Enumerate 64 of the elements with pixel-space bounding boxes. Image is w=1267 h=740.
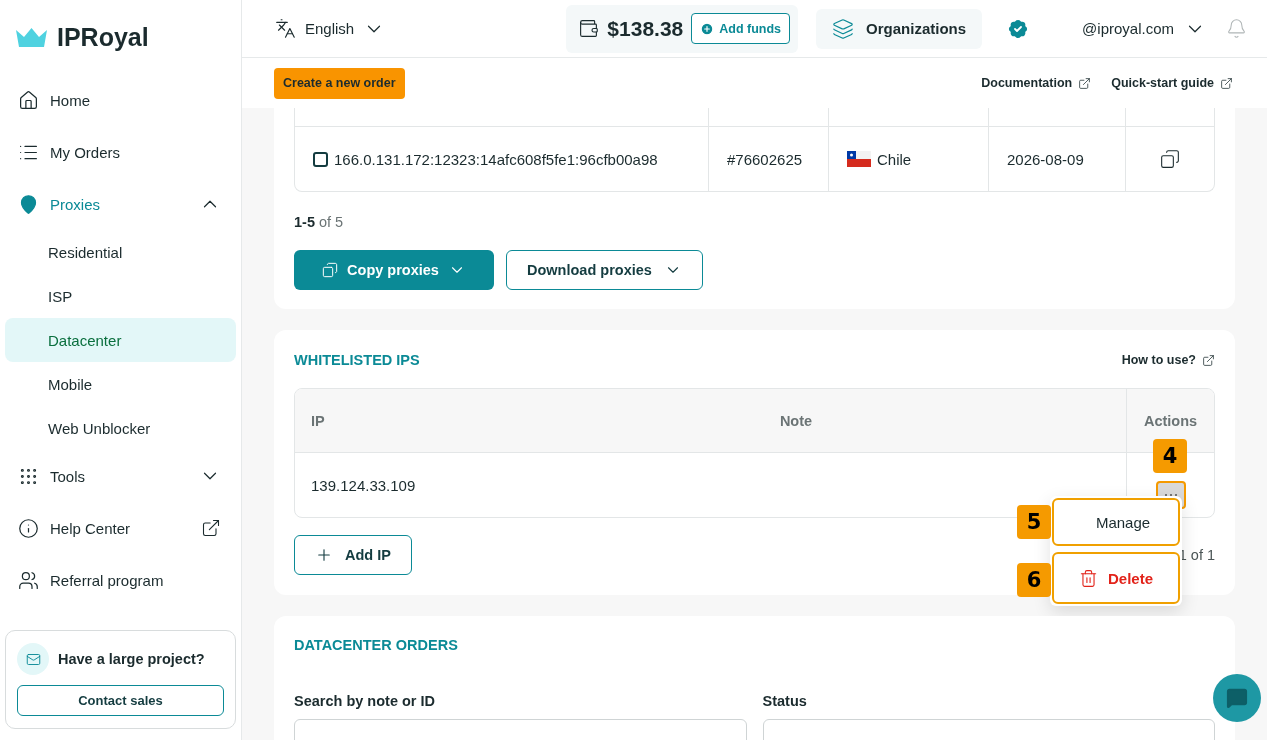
wallet-icon <box>578 18 600 39</box>
ip-address: 139.124.33.109 <box>310 475 417 496</box>
pagination-range: 1-5 of 5 <box>294 214 345 230</box>
external-link-icon <box>1202 353 1215 367</box>
download-proxies-button[interactable]: Download proxies <box>506 250 703 290</box>
nav-item[interactable]: Datacenter <box>5 318 236 362</box>
house-icon <box>18 89 39 111</box>
copy-icon <box>322 262 339 278</box>
create-order-button[interactable]: Create a new order <box>274 67 405 99</box>
nav-item[interactable]: Web Unblocker <box>5 406 236 450</box>
mail-icon <box>17 643 49 675</box>
section-title: WHITELISTED IPS <box>294 352 420 368</box>
expiry-date: 2026-08-09 <box>1007 150 1084 168</box>
balance-amount: $138.38 <box>607 16 684 41</box>
external-link-icon <box>1078 76 1092 90</box>
plus-circle-icon <box>700 21 715 36</box>
nav-item[interactable]: Help Center <box>5 502 236 554</box>
step-number-badge: 5 <box>1017 505 1051 539</box>
column-header: Note <box>778 411 814 431</box>
external-link-icon <box>1220 76 1233 90</box>
chile-flag-icon <box>847 151 871 167</box>
promo-title: Have a large project? <box>58 651 205 667</box>
nav-item[interactable]: ISP <box>5 274 236 318</box>
chat-bubble-icon <box>1226 687 1248 709</box>
info-icon <box>18 517 39 539</box>
trash-icon <box>1079 568 1098 588</box>
field-label: Search by note or ID <box>294 693 435 709</box>
copy-icon[interactable] <box>1160 149 1180 169</box>
account-menu[interactable]: @iproyal.com <box>1082 17 1206 40</box>
brand-name: IPRoyal <box>57 22 149 52</box>
nav-item[interactable]: Proxies <box>5 178 236 230</box>
proxy-address: 166.0.131.172:12323:14afc608f5fe1:96cfb00a98 <box>334 150 658 168</box>
contact-sales-button[interactable]: Contact sales <box>17 685 224 716</box>
add-funds-button[interactable]: Add funds <box>691 13 791 44</box>
manage-menu-item[interactable]: Manage <box>1052 498 1180 546</box>
nav-item[interactable]: My Orders <box>5 126 236 178</box>
bell-icon[interactable] <box>1226 18 1247 39</box>
nav-item[interactable]: Referral program <box>5 554 236 606</box>
copy-proxies-button[interactable]: Copy proxies <box>294 250 494 290</box>
translate-icon <box>275 18 296 39</box>
order-id: #76602625 <box>727 150 803 168</box>
country-name: Chile <box>877 150 912 168</box>
delete-menu-item[interactable]: Delete <box>1052 552 1180 604</box>
step-number-badge: 6 <box>1017 563 1051 597</box>
crown-logo-icon <box>16 27 47 47</box>
nav-item[interactable]: Mobile <box>5 362 236 406</box>
people-icon <box>18 569 39 591</box>
how-to-link[interactable]: How to use? <box>1121 353 1215 367</box>
doc-link[interactable]: Quick-start guide <box>1111 76 1233 90</box>
checkbox[interactable] <box>313 151 328 167</box>
organizations-button[interactable]: Organizations <box>816 8 983 49</box>
field-label: Status <box>762 693 807 709</box>
column-header: IP <box>310 411 326 431</box>
add-ip-button[interactable]: Add IP <box>294 535 412 575</box>
section-title: DATACENTER ORDERS <box>294 637 458 653</box>
doc-link[interactable]: Documentation <box>981 76 1092 90</box>
external-link-icon <box>201 518 221 538</box>
plus-icon <box>315 546 333 564</box>
nav-item[interactable]: Home <box>5 74 236 126</box>
pin-icon <box>18 193 39 215</box>
nav-item[interactable]: Residential <box>5 230 236 274</box>
language-selector[interactable]: English <box>275 17 386 40</box>
layers-icon <box>832 17 855 40</box>
nav-item[interactable]: Tools <box>5 450 236 502</box>
